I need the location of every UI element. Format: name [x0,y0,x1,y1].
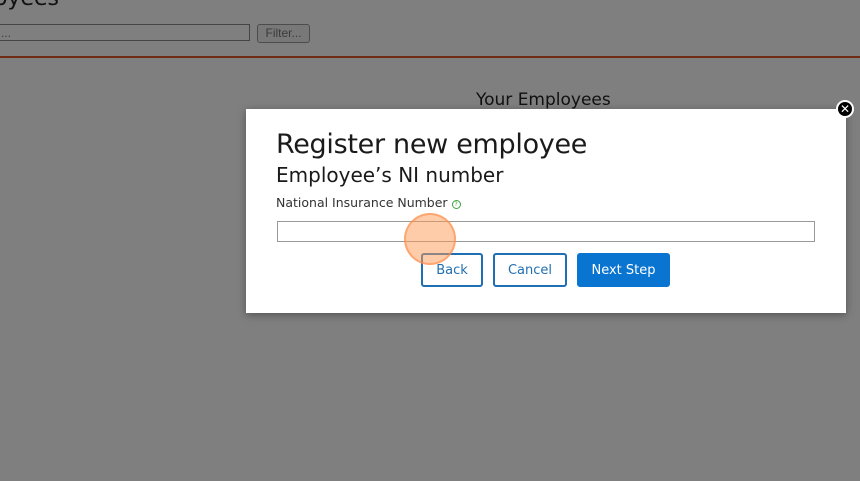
ni-number-input[interactable] [277,221,815,242]
close-icon[interactable]: ✕ [836,100,854,118]
ni-number-label-text: National Insurance Number [276,195,448,210]
cancel-button[interactable]: Cancel [493,253,567,287]
help-circle-icon[interactable]: ? [451,200,461,209]
register-employee-dialog: Register new employee Employee’s NI numb… [246,109,846,313]
next-step-button[interactable]: Next Step [577,253,670,287]
ni-number-label: National Insurance Number ? [276,195,461,210]
dialog-subtitle: Employee’s NI number [276,163,504,187]
dialog-title: Register new employee [276,129,588,160]
click-indicator [404,213,456,265]
